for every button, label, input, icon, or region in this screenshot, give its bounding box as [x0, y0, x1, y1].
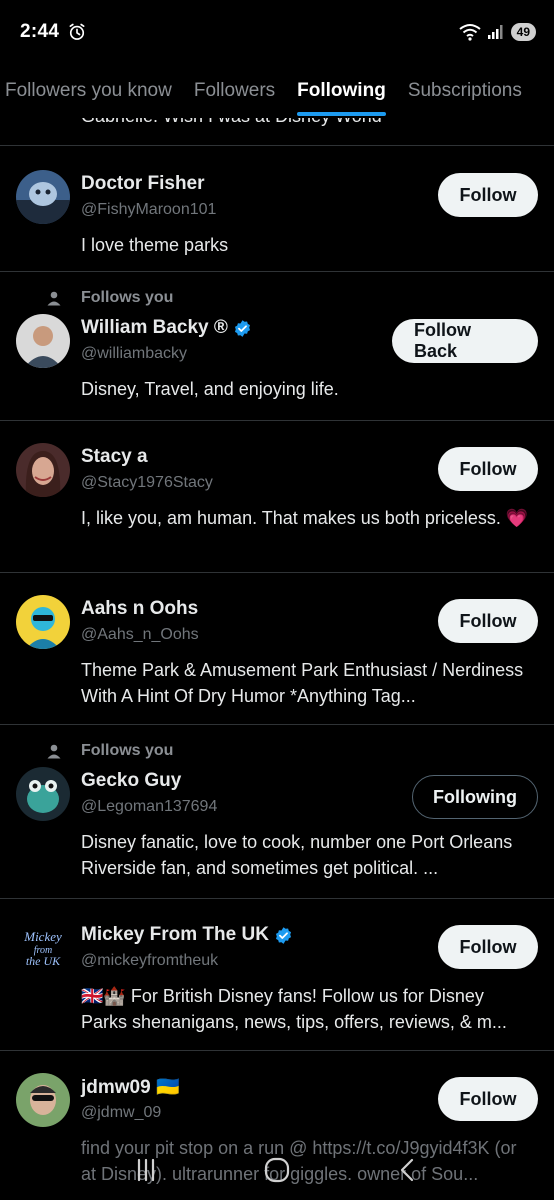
follow-button[interactable]: Follow [438, 447, 538, 491]
system-navigation-bar [0, 1140, 554, 1200]
back-icon[interactable] [393, 1155, 423, 1185]
avatar[interactable]: Mickey from the UK [16, 921, 70, 975]
user-bio: Theme Park & Amusement Park Enthusiast /… [81, 660, 524, 706]
battery-level: 49 [516, 25, 530, 39]
list-item[interactable]: Aahs n Oohs @Aahs_n_Oohs Theme Park & Am… [0, 573, 554, 725]
follow-button[interactable]: Follow [438, 173, 538, 217]
tab-following[interactable]: Following [286, 64, 397, 118]
avatar[interactable] [16, 443, 70, 497]
user-name[interactable]: Gecko Guy [81, 770, 181, 792]
svg-text:the UK: the UK [26, 954, 61, 968]
tab-followers-you-know[interactable]: Followers you know [0, 64, 183, 118]
user-list: Gabrielle. Wish I was at Disney World Do… [0, 118, 554, 1200]
follow-button[interactable]: Follow [438, 599, 538, 643]
battery-indicator: 49 [510, 23, 536, 41]
recent-apps-icon[interactable] [131, 1155, 161, 1185]
user-name[interactable]: Mickey From The UK [81, 924, 269, 946]
status-bar: 2:44 49 [0, 0, 554, 64]
wifi-icon [459, 24, 481, 41]
list-item[interactable]: Follows you Gecko Guy @Legoman137694 Dis… [0, 725, 554, 899]
verified-badge-icon [275, 926, 291, 944]
avatar-logo-text: Mickey [23, 929, 62, 944]
user-bio: I, like you, am human. That makes us bot… [81, 508, 529, 528]
alarm-icon [69, 23, 85, 40]
avatar[interactable] [16, 1073, 70, 1127]
signal-icon [487, 25, 503, 39]
status-icons: 49 [459, 23, 536, 41]
list-item-partial: Gabrielle. Wish I was at Disney World [0, 118, 554, 146]
user-bio: I love theme parks [81, 235, 229, 255]
user-name[interactable]: Aahs n Oohs [81, 598, 198, 620]
avatar[interactable] [16, 314, 70, 368]
list-item[interactable]: Follows you William Backy ® @williamback… [0, 272, 554, 421]
tab-followers[interactable]: Followers [183, 64, 286, 118]
status-time: 2:44 [20, 21, 60, 42]
person-icon [47, 744, 61, 759]
follows-you-label: Follows you [81, 742, 174, 759]
user-bio: Disney fanatic, love to cook, number one… [81, 832, 513, 878]
follow-button[interactable]: Follow [438, 1077, 538, 1121]
avatar[interactable] [16, 767, 70, 821]
follows-you-indicator: Follows you [46, 286, 538, 310]
avatar[interactable] [16, 595, 70, 649]
verified-badge-icon [234, 319, 250, 337]
user-name[interactable]: Stacy a [81, 446, 148, 468]
list-item[interactable]: Doctor Fisher @FishyMaroon101 I love the… [0, 146, 554, 272]
partial-bio: Gabrielle. Wish I was at Disney World [81, 118, 382, 127]
user-name[interactable]: Doctor Fisher [81, 173, 205, 195]
follow-button[interactable]: Follow [438, 925, 538, 969]
user-bio: Disney, Travel, and enjoying life. [81, 379, 339, 399]
following-button[interactable]: Following [412, 775, 538, 819]
follows-you-indicator: Follows you [46, 739, 538, 763]
user-bio: 🇬🇧🏰 For British Disney fans! Follow us f… [81, 986, 507, 1032]
list-item[interactable]: Mickey from the UK Mickey From The UK @m… [0, 899, 554, 1051]
home-icon[interactable] [262, 1155, 292, 1185]
user-name[interactable]: William Backy ® [81, 317, 228, 339]
avatar[interactable] [16, 170, 70, 224]
tab-subscriptions[interactable]: Subscriptions [397, 64, 533, 118]
follow-back-button[interactable]: Follow Back [392, 319, 538, 363]
follows-you-label: Follows you [81, 289, 174, 306]
user-name[interactable]: jdmw09 🇺🇦 [81, 1075, 180, 1099]
list-item[interactable]: Stacy a @Stacy1976Stacy I, like you, am … [0, 421, 554, 573]
person-icon [47, 291, 61, 306]
tab-bar: Followers you know Followers Following S… [0, 64, 554, 118]
